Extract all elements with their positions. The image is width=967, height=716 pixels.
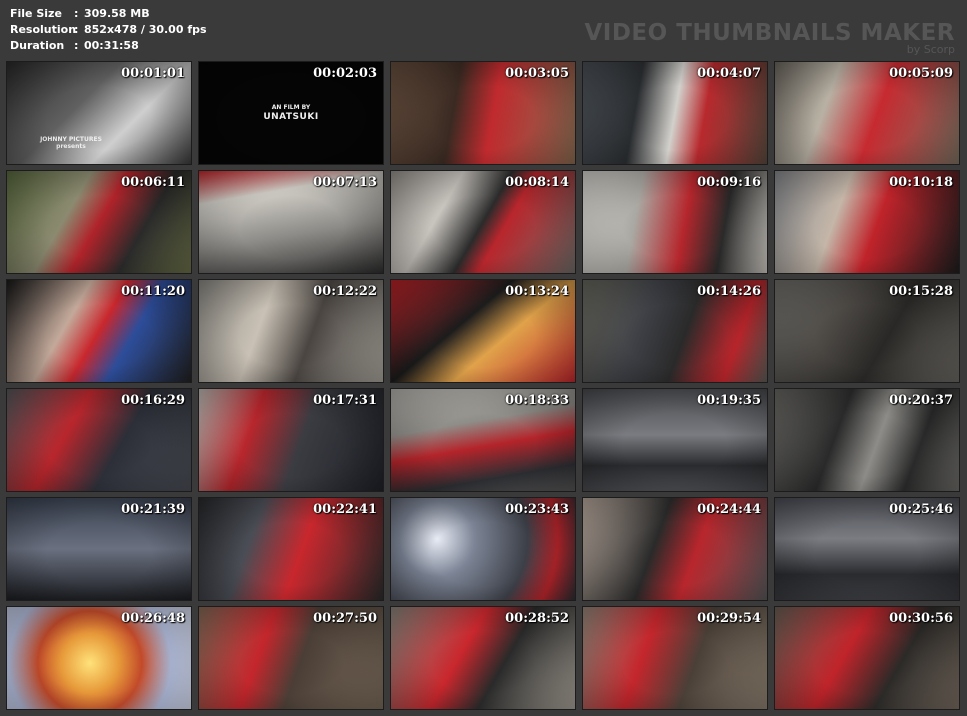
thumbnail-frame[interactable]: 00:21:39 — [6, 497, 192, 601]
frame-timestamp: 00:12:22 — [313, 284, 377, 299]
frame-timestamp: 00:29:54 — [697, 611, 761, 626]
thumbnail-frame[interactable]: 00:26:48 — [6, 606, 192, 710]
frame-timestamp: 00:10:18 — [889, 175, 953, 190]
file-size-separator: : — [74, 7, 79, 20]
thumbnail-frame[interactable]: 00:27:50 — [198, 606, 384, 710]
frame-timestamp: 00:04:07 — [697, 66, 761, 81]
duration-row: Duration : 00:31:58 — [10, 38, 207, 54]
frame-timestamp: 00:07:13 — [313, 175, 377, 190]
thumbnail-frame[interactable]: 00:12:22 — [198, 279, 384, 383]
frame-timestamp: 00:08:14 — [505, 175, 569, 190]
frame-timestamp: 00:03:05 — [505, 66, 569, 81]
frame-timestamp: 00:02:03 — [313, 66, 377, 81]
resolution-row: Resolution : 852x478 / 30.00 fps — [10, 22, 207, 38]
frame-timestamp: 00:21:39 — [121, 502, 185, 517]
frame-timestamp: 00:18:33 — [505, 393, 569, 408]
frame-timestamp: 00:19:35 — [697, 393, 761, 408]
resolution-label: Resolution — [10, 23, 77, 36]
thumbnail-frame[interactable]: 00:15:28 — [774, 279, 960, 383]
frame-timestamp: 00:17:31 — [313, 393, 377, 408]
thumbnail-frame[interactable]: 00:20:37 — [774, 388, 960, 492]
thumbnail-frame[interactable]: 00:11:20 — [6, 279, 192, 383]
duration-label: Duration — [10, 39, 65, 52]
frame-credit-line: UNATSUKI — [263, 112, 319, 122]
frame-timestamp: 00:30:56 — [889, 611, 953, 626]
frame-timestamp: 00:25:46 — [889, 502, 953, 517]
frame-credit-line: JOHNNY PICTURES — [40, 136, 102, 143]
thumbnail-frame[interactable]: 00:16:29 — [6, 388, 192, 492]
thumbnail-frame[interactable]: 00:23:43 — [390, 497, 576, 601]
thumbnail-frame[interactable]: 00:13:24 — [390, 279, 576, 383]
thumbnail-frame[interactable]: AN FILM BY UNATSUKI 00:02:03 — [198, 61, 384, 165]
watermark: VIDEO THUMBNAILS MAKER by Scorp — [584, 20, 955, 56]
thumbnail-frame[interactable]: 00:10:18 — [774, 170, 960, 274]
thumbnail-frame[interactable]: 00:03:05 — [390, 61, 576, 165]
frame-timestamp: 00:09:16 — [697, 175, 761, 190]
duration-separator: : — [74, 39, 79, 52]
thumbnail-frame[interactable]: 00:28:52 — [390, 606, 576, 710]
frame-timestamp: 00:20:37 — [889, 393, 953, 408]
thumbnail-frame[interactable]: 00:19:35 — [582, 388, 768, 492]
frame-timestamp: 00:15:28 — [889, 284, 953, 299]
thumbnail-frame[interactable]: 00:18:33 — [390, 388, 576, 492]
resolution-separator: : — [74, 23, 79, 36]
file-info-panel: File Size : 309.58 MB Resolution : 852x4… — [10, 6, 207, 54]
file-size-value: 309.58 MB — [84, 7, 150, 20]
thumbnail-frame[interactable]: 00:07:13 — [198, 170, 384, 274]
duration-value: 00:31:58 — [84, 39, 139, 52]
thumbnail-frame[interactable]: 00:08:14 — [390, 170, 576, 274]
frame-timestamp: 00:13:24 — [505, 284, 569, 299]
frame-timestamp: 00:06:11 — [121, 175, 185, 190]
thumbnail-frame[interactable]: 00:17:31 — [198, 388, 384, 492]
frame-timestamp: 00:27:50 — [313, 611, 377, 626]
thumbnail-frame[interactable]: 00:06:11 — [6, 170, 192, 274]
file-size-label: File Size — [10, 7, 62, 20]
frame-timestamp: 00:05:09 — [889, 66, 953, 81]
frame-credit-line: presents — [56, 143, 86, 150]
thumbnail-frame[interactable]: 00:05:09 — [774, 61, 960, 165]
thumbnail-frame[interactable]: 00:25:46 — [774, 497, 960, 601]
thumbnail-frame[interactable]: 00:04:07 — [582, 61, 768, 165]
thumbnail-frame[interactable]: 00:22:41 — [198, 497, 384, 601]
frame-credit-line: AN FILM BY — [271, 104, 311, 111]
frame-timestamp: 00:01:01 — [121, 66, 185, 81]
frame-timestamp: 00:26:48 — [121, 611, 185, 626]
thumbnail-grid: JOHNNY PICTURES presents 00:01:01 AN FILM B… — [6, 61, 960, 710]
watermark-title: VIDEO THUMBNAILS MAKER — [584, 20, 955, 46]
frame-timestamp: 00:28:52 — [505, 611, 569, 626]
thumbnail-frame[interactable]: JOHNNY PICTURES presents 00:01:01 — [6, 61, 192, 165]
file-size-row: File Size : 309.58 MB — [10, 6, 207, 22]
frame-timestamp: 00:16:29 — [121, 393, 185, 408]
thumbnail-frame[interactable]: 00:24:44 — [582, 497, 768, 601]
frame-timestamp: 00:22:41 — [313, 502, 377, 517]
frame-timestamp: 00:23:43 — [505, 502, 569, 517]
frame-timestamp: 00:11:20 — [121, 284, 185, 299]
frame-timestamp: 00:14:26 — [697, 284, 761, 299]
thumbnail-frame[interactable]: 00:14:26 — [582, 279, 768, 383]
thumbnail-frame[interactable]: 00:30:56 — [774, 606, 960, 710]
thumbnail-frame[interactable]: 00:09:16 — [582, 170, 768, 274]
frame-credit: AN FILM BY UNATSUKI — [199, 104, 383, 123]
frame-credit: JOHNNY PICTURES presents — [31, 136, 111, 150]
resolution-value: 852x478 / 30.00 fps — [84, 23, 207, 36]
thumbnail-frame[interactable]: 00:29:54 — [582, 606, 768, 710]
frame-timestamp: 00:24:44 — [697, 502, 761, 517]
